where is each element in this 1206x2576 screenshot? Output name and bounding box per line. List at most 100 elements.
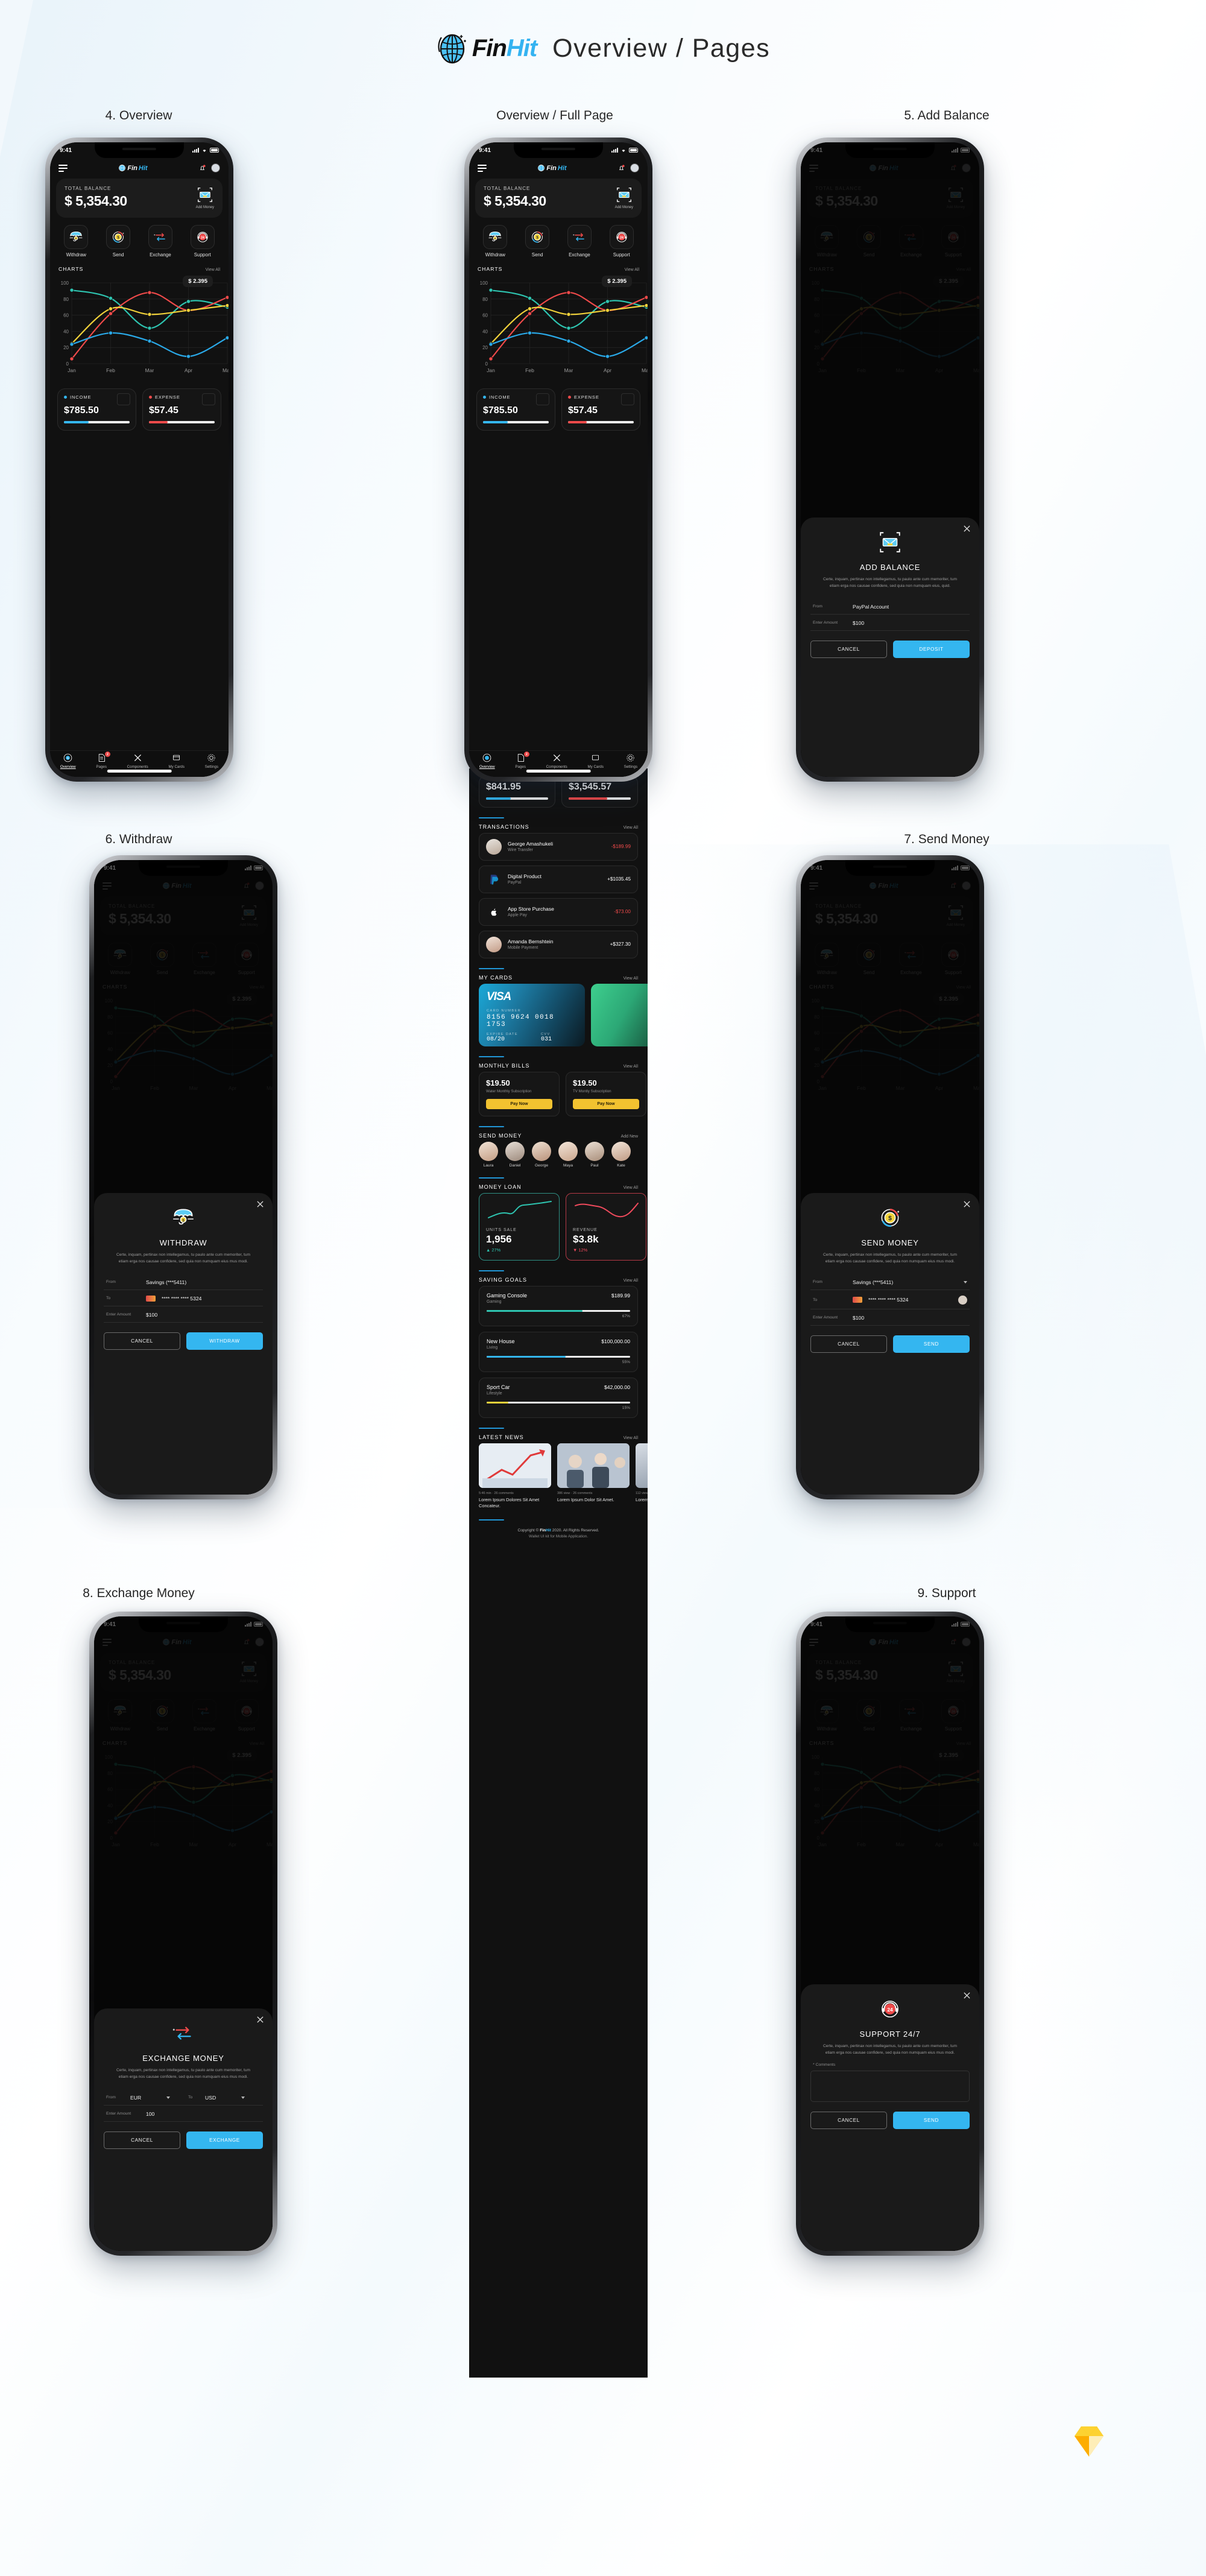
action-support[interactable]: Support — [183, 225, 221, 258]
action-exchange[interactable]: Exchange — [142, 225, 180, 258]
close-icon[interactable] — [963, 525, 971, 533]
list-item[interactable]: George — [532, 1141, 551, 1168]
loan-card[interactable]: UNITS SALE 1,956 ▲ 27% — [479, 1192, 560, 1261]
list-item[interactable]: Maya — [558, 1141, 578, 1168]
credit-card[interactable] — [591, 983, 648, 1046]
amount-field[interactable]: Enter Amount 100 — [104, 2106, 263, 2122]
close-icon[interactable] — [963, 1200, 971, 1208]
cancel-button[interactable]: CANCEL — [810, 2111, 887, 2129]
svg-text:100: 100 — [480, 280, 488, 286]
list-item[interactable]: Gaming Console Gaming $189.99 67% — [479, 1285, 638, 1326]
my-cards-view-all[interactable]: View All — [624, 976, 638, 981]
close-icon[interactable] — [256, 1200, 264, 1208]
from-field[interactable]: From PayPal Account — [810, 598, 970, 615]
amount-field[interactable]: Enter Amount $100 — [810, 1309, 970, 1326]
list-item[interactable]: New House Living $100,000.00 55% — [479, 1331, 638, 1372]
action-send[interactable]: Send — [519, 225, 557, 258]
chevron-down-icon[interactable] — [241, 2096, 245, 2099]
from-field[interactable]: From Savings (***5411) — [810, 1274, 970, 1290]
action-support[interactable]: Support — [602, 225, 640, 258]
close-icon[interactable] — [963, 1992, 971, 1999]
bill-card[interactable]: $19.50 Water Monthly Subscription Pay No… — [479, 1071, 560, 1116]
action-withdraw[interactable]: Withdraw — [57, 225, 95, 258]
table-row[interactable]: Digital Product PayPal +$1035.45 — [479, 865, 638, 893]
avatar[interactable] — [210, 163, 220, 172]
transactions-view-all[interactable]: View All — [624, 826, 638, 830]
money-loan-view-all[interactable]: View All — [624, 1186, 638, 1190]
cancel-button[interactable]: CANCEL — [810, 640, 887, 658]
news-card[interactable]: 112 view Lorem Ipsum — [636, 1443, 648, 1510]
to-field[interactable]: To **** **** **** 5324 — [104, 1290, 263, 1306]
exchange-button[interactable]: EXCHANGE — [186, 2131, 263, 2149]
footer-subtitle: Wallet UI kit for Mobile Application. — [528, 1534, 589, 1539]
loan-card[interactable]: REVENUE $3.8k ▼ 12% — [566, 1192, 646, 1261]
list-item[interactable]: Laura — [479, 1141, 498, 1168]
add-money-button[interactable]: Add Money — [196, 186, 214, 209]
add-new-link[interactable]: Add New — [621, 1135, 638, 1139]
tab-settings[interactable]: Settings — [205, 753, 218, 769]
table-row[interactable]: George Amashukeli Wire Transfer -$189.99 — [479, 832, 638, 861]
send-button[interactable]: SEND — [893, 1335, 970, 1353]
table-row[interactable]: Amanda Bernshtein Mobile Payment +$327.3… — [479, 930, 638, 958]
amount-field[interactable]: Enter Amount $100 — [104, 1306, 263, 1323]
close-icon[interactable] — [256, 2016, 264, 2024]
send-button[interactable]: SEND — [893, 2111, 970, 2129]
bill-card[interactable]: $19.50 TV Montly Subscription Pay Now — [566, 1071, 646, 1116]
list-item[interactable]: Sport Car Lifestyle $42,000.00 15% — [479, 1377, 638, 1418]
currency-row[interactable]: From EUR To USD — [104, 2089, 263, 2106]
action-send[interactable]: Send — [99, 225, 137, 258]
pay-now-button[interactable]: Pay Now — [486, 1098, 552, 1109]
news-card[interactable]: 5:46 min · 26 comments Lorem Ipsum Dolor… — [479, 1443, 551, 1510]
to-field[interactable]: To **** **** **** 5324 — [810, 1290, 970, 1309]
tab-components[interactable]: Components — [546, 753, 567, 769]
cancel-button[interactable]: CANCEL — [104, 2131, 180, 2149]
withdraw-button[interactable]: WITHDRAW — [186, 1332, 263, 1350]
balance-amount: $ 5,354.30 — [484, 193, 546, 209]
notification-bell-icon[interactable] — [198, 164, 206, 172]
charts-view-all[interactable]: View All — [206, 268, 220, 272]
notification-bell-icon[interactable] — [617, 164, 625, 172]
action-exchange[interactable]: Exchange — [561, 225, 599, 258]
battery-icon — [210, 148, 219, 153]
news-card[interactable]: 386 view · 26 comments Lorem Ipsum Dolor… — [557, 1443, 630, 1510]
tab-pages[interactable]: 2 Pages — [515, 752, 529, 769]
transaction-sub: Mobile Payment — [508, 946, 538, 950]
menu-button[interactable] — [58, 164, 68, 172]
deposit-button[interactable]: DEPOSIT — [893, 640, 970, 658]
news-carousel[interactable]: 5:46 min · 26 comments Lorem Ipsum Dolor… — [469, 1443, 648, 1510]
tab-overview[interactable]: $ Overview — [60, 753, 76, 769]
people-list[interactable]: Laura Daniel George Maya Paul Kate — [469, 1141, 648, 1168]
tab-pages[interactable]: 2 Pages — [96, 752, 110, 769]
saving-goals-view-all[interactable]: View All — [624, 1279, 638, 1283]
pay-now-button[interactable]: Pay Now — [573, 1098, 639, 1109]
cards-carousel[interactable]: VISA CARD NUMBER 8156 9624 0018 1753 EXP… — [469, 983, 648, 1046]
table-row[interactable]: App Store Purchase Apple Pay -$73.00 — [479, 897, 638, 926]
from-field[interactable]: From Savings (***5411) — [104, 1274, 263, 1290]
cancel-button[interactable]: CANCEL — [810, 1335, 887, 1353]
svg-text:20: 20 — [482, 345, 488, 350]
comments-input[interactable] — [810, 2070, 970, 2102]
tab-settings[interactable]: Settings — [624, 753, 637, 769]
chevron-down-icon[interactable] — [166, 2096, 170, 2099]
credit-card[interactable]: VISA CARD NUMBER 8156 9624 0018 1753 EXP… — [479, 983, 585, 1046]
bills-carousel[interactable]: $19.50 Water Monthly Subscription Pay No… — [469, 1071, 648, 1116]
menu-button[interactable] — [478, 164, 487, 172]
charts-view-all[interactable]: View All — [625, 268, 639, 272]
amount-field[interactable]: Enter Amount $100 — [810, 615, 970, 631]
list-item[interactable]: Paul — [585, 1141, 604, 1168]
add-money-button[interactable]: Add Money — [615, 186, 633, 209]
chevron-down-icon[interactable] — [964, 1280, 967, 1283]
list-item[interactable]: Daniel — [505, 1141, 525, 1168]
list-item[interactable]: Kate — [611, 1141, 631, 1168]
monthly-bills-view-all[interactable]: View All — [624, 1065, 638, 1069]
cancel-button[interactable]: CANCEL — [104, 1332, 180, 1350]
avatar[interactable] — [630, 163, 639, 172]
action-withdraw[interactable]: Withdraw — [476, 225, 514, 258]
latest-news-view-all[interactable]: View All — [624, 1436, 638, 1440]
money-loan-title: MONEY LOAN — [479, 1183, 522, 1190]
tab-my-cards[interactable]: My Cards — [169, 753, 185, 769]
tab-components[interactable]: Components — [127, 753, 148, 769]
tab-overview[interactable]: Overview — [479, 753, 495, 769]
loan-carousel[interactable]: UNITS SALE 1,956 ▲ 27% REVENUE $3.8k ▼ 1… — [469, 1192, 648, 1261]
tab-my-cards[interactable]: My Cards — [588, 753, 604, 769]
